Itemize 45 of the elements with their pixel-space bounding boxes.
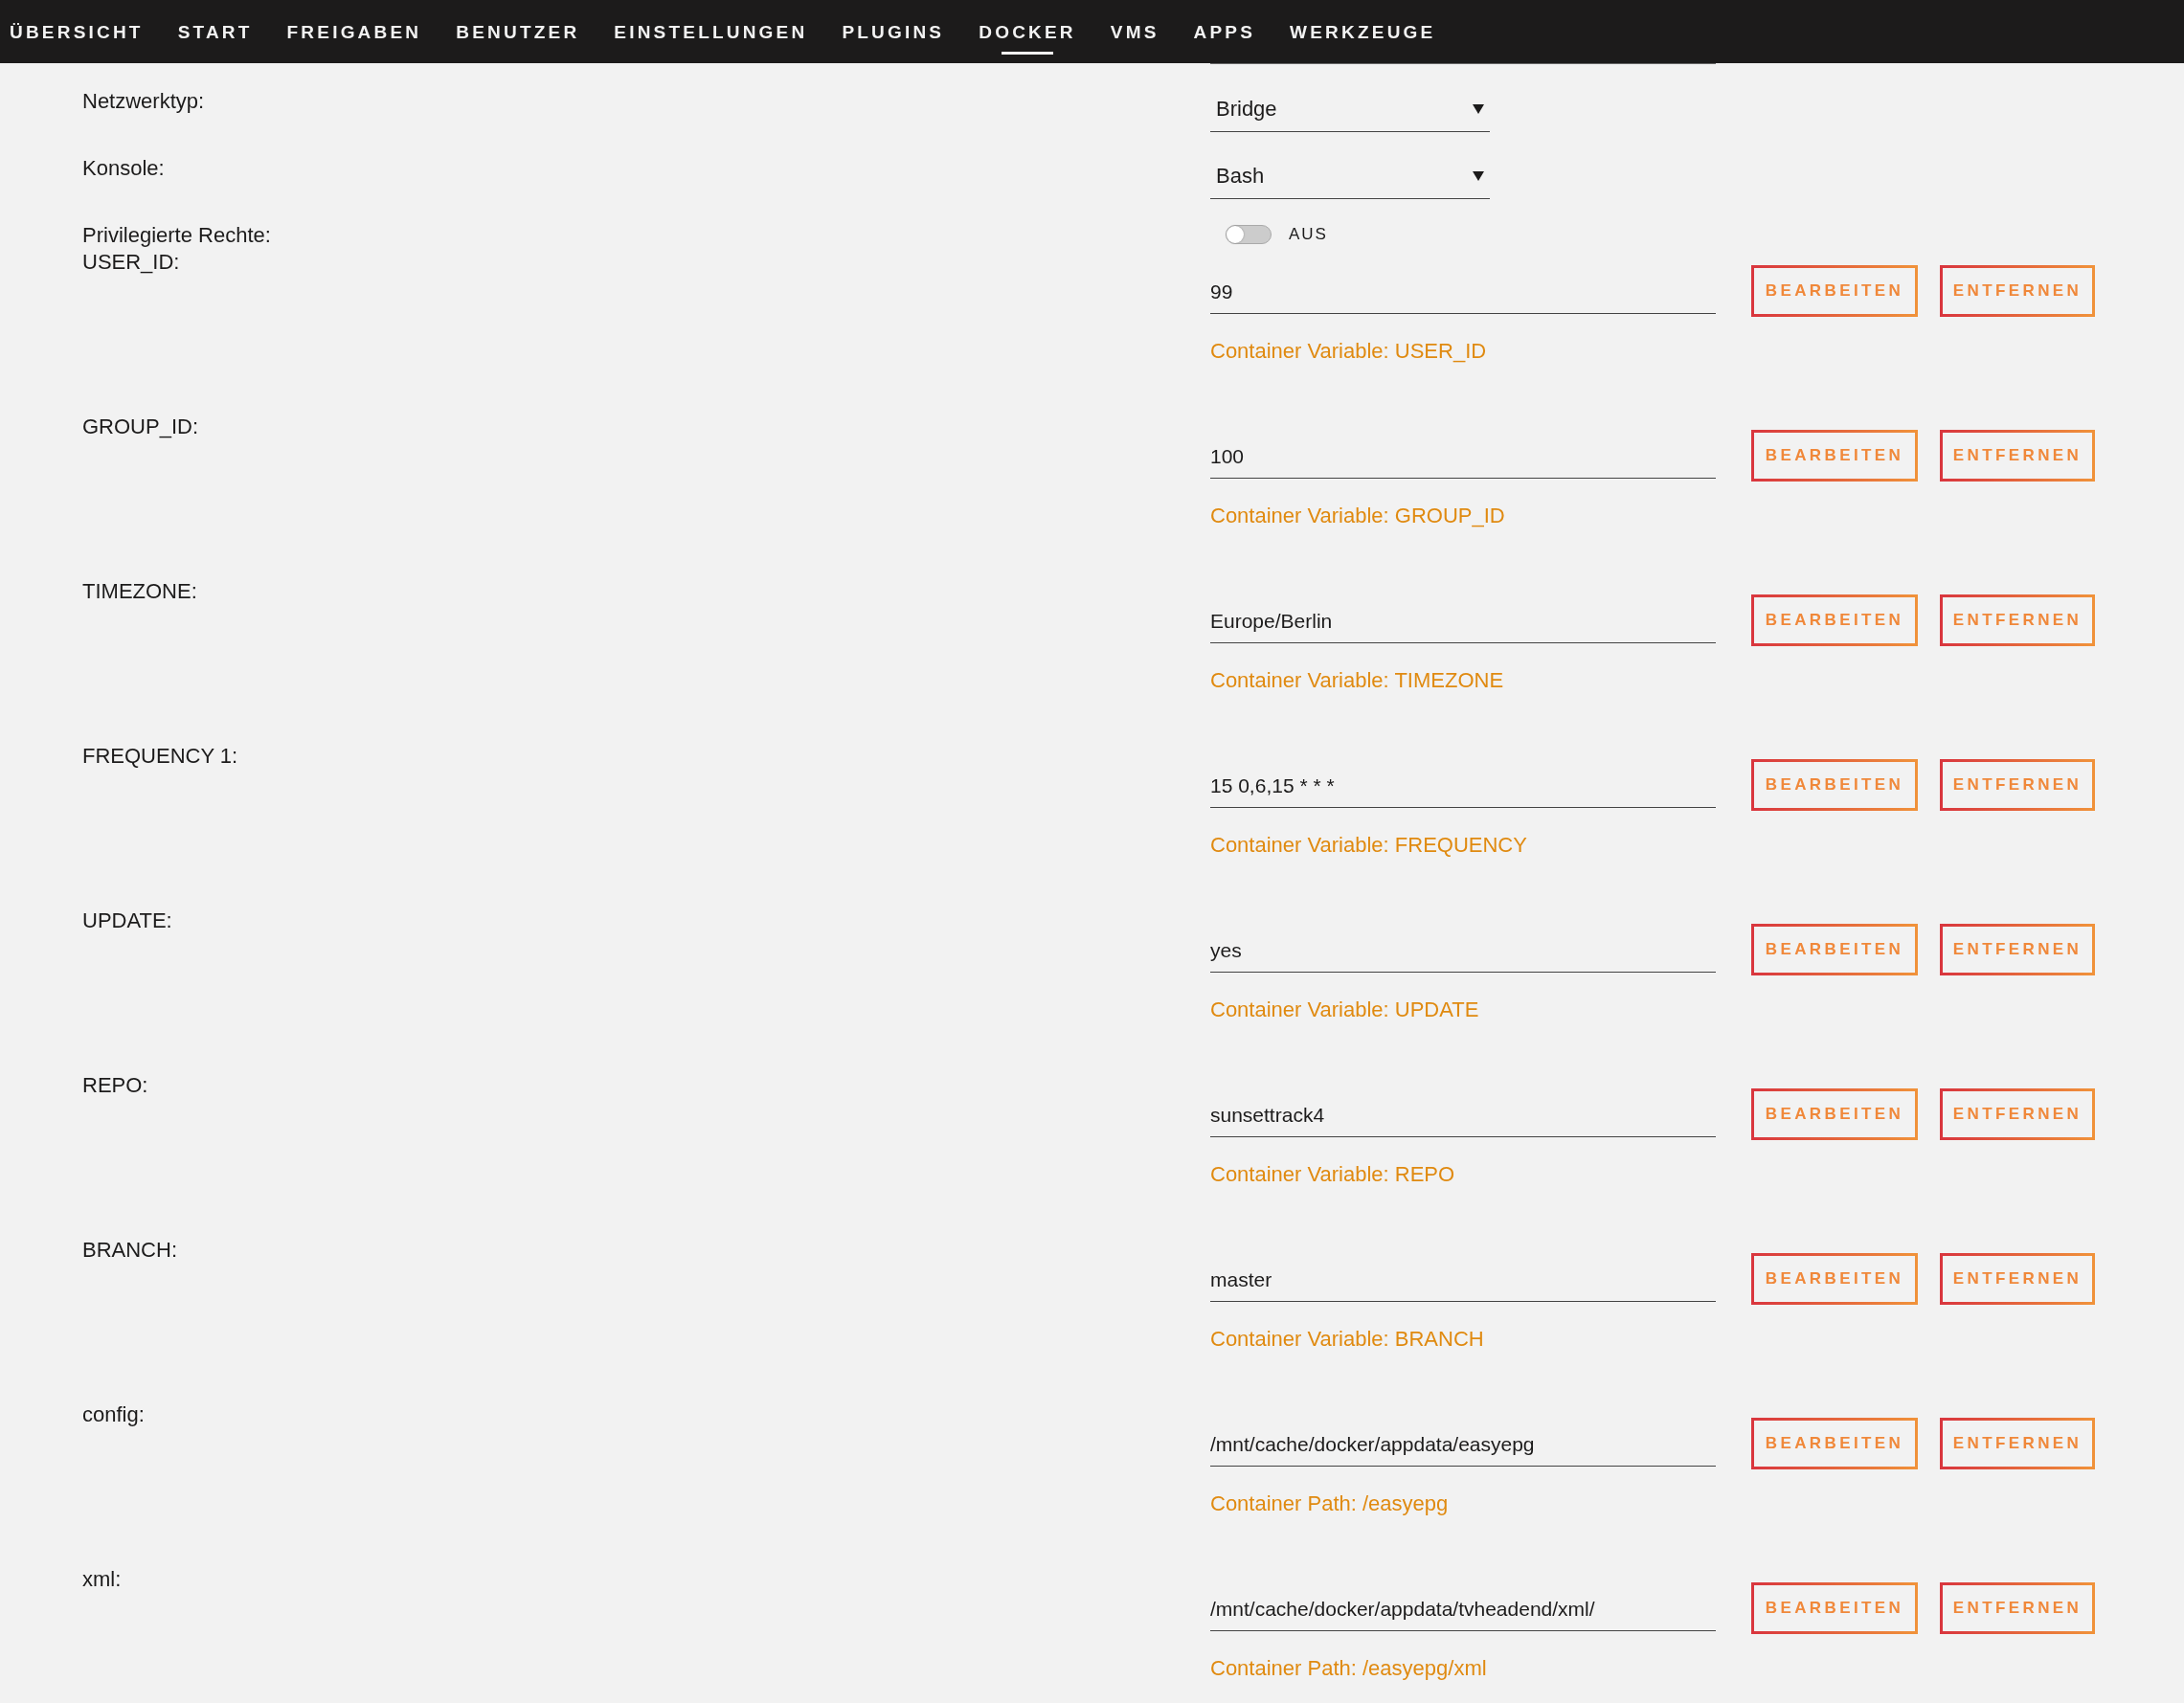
nav-tab[interactable]: BENUTZER (456, 9, 580, 55)
text-field[interactable]: sunsettrack4 (1210, 1093, 1716, 1137)
toggle-switch[interactable] (1226, 225, 1272, 244)
text-field[interactable]: 15 0,6,15 * * * (1210, 764, 1716, 808)
field-label: Netzwerktyp: (82, 88, 205, 114)
caret-icon (1473, 170, 1484, 181)
field-label: UPDATE: (82, 908, 172, 932)
text-field[interactable]: 100 (1210, 435, 1716, 479)
field-label: FREQUENCY 1: (82, 744, 238, 768)
nav-tab[interactable]: WERKZEUGE (1290, 9, 1436, 55)
nav-tab[interactable]: VMS (1110, 9, 1160, 55)
dropdown-select[interactable]: Bash (1210, 153, 1490, 199)
text-field[interactable]: /mnt/cache/docker/appdata/easyepg (1210, 1423, 1716, 1467)
text-field[interactable]: master (1210, 1258, 1716, 1302)
field-label: USER_ID: (82, 250, 180, 274)
field-label: TIMEZONE: (82, 579, 197, 603)
field-hint: Container Variable: GROUP_ID (1210, 504, 1505, 528)
field-label: xml: (82, 1567, 122, 1591)
field-label: config: (82, 1402, 145, 1426)
text-field[interactable]: Europe/Berlin (1210, 599, 1716, 643)
nav-tab[interactable]: FREIGABEN (286, 9, 422, 55)
toggle-state: AUS (1289, 225, 1328, 244)
nav-tab[interactable]: APPS (1193, 9, 1256, 55)
field-hint: Container Variable: UPDATE (1210, 997, 1479, 1022)
field-label: Privilegierte Rechte: (82, 222, 271, 248)
field-hint: Container Variable: USER_ID (1210, 339, 1487, 364)
text-field[interactable]: 99 (1210, 270, 1716, 314)
nav-tab[interactable]: EINSTELLUNGEN (614, 9, 808, 55)
field-hint: Container Path: /easyepg (1210, 1491, 1449, 1516)
field-label: REPO: (82, 1073, 148, 1097)
field-label: Konsole: (82, 155, 165, 181)
field-hint: Container Path: /easyepg/xml (1210, 1656, 1487, 1681)
field-hint: Container Variable: TIMEZONE (1210, 668, 1504, 693)
field-hint: Container Variable: REPO (1210, 1162, 1455, 1187)
caret-icon (1473, 103, 1484, 114)
dropdown-select[interactable]: Bridge (1210, 86, 1490, 132)
field-hint: Container Variable: BRANCH (1210, 1327, 1484, 1352)
nav-tab[interactable]: PLUGINS (842, 9, 945, 55)
field-label: BRANCH: (82, 1238, 177, 1262)
text-field[interactable]: /mnt/cache/docker/appdata/tvheadend/xml/ (1210, 1587, 1716, 1631)
nav-tab[interactable]: START (177, 9, 253, 55)
field-label: GROUP_ID: (82, 415, 199, 438)
nav-tab[interactable]: ÜBERSICHT (10, 9, 144, 55)
text-field[interactable]: yes (1210, 929, 1716, 973)
field-hint: Container Variable: FREQUENCY (1210, 833, 1527, 858)
